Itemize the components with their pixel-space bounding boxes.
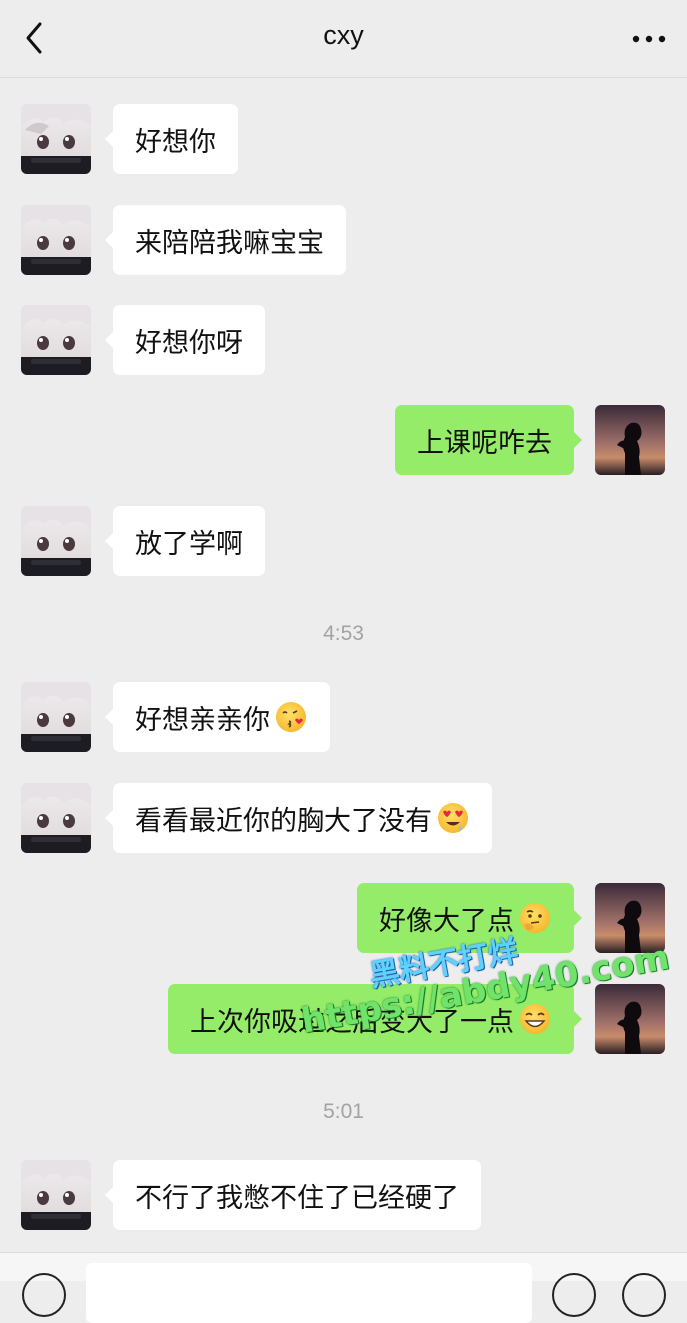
incoming-message-bubble[interactable]: 来陪陪我嘛宝宝 <box>105 205 346 275</box>
silhouette-avatar-icon <box>595 984 665 1054</box>
incoming-message-bubble[interactable]: 好想你 <box>105 104 238 174</box>
grinning-face-emoji-icon <box>520 1004 550 1034</box>
contact-avatar[interactable] <box>21 783 91 853</box>
heart-eyes-emoji-icon <box>438 803 468 833</box>
message-text: 好像大了点 <box>379 905 514 937</box>
contact-avatar[interactable] <box>21 104 91 174</box>
self-avatar[interactable] <box>595 405 665 475</box>
message-text: 好想你呀 <box>135 327 243 359</box>
message-text: 放了学啊 <box>135 528 243 560</box>
self-avatar[interactable] <box>595 883 665 953</box>
anime-avatar-icon <box>21 783 91 853</box>
message-text: 上次你吸过之后变大了一点 <box>190 1006 514 1038</box>
more-button[interactable] <box>629 26 669 52</box>
kissing-heart-emoji-icon <box>276 702 306 732</box>
chat-header: cxy <box>0 0 687 78</box>
chat-title: cxy <box>323 20 364 50</box>
anime-avatar-icon <box>21 104 91 174</box>
incoming-message-bubble[interactable]: 好想你呀 <box>105 305 265 375</box>
input-bar <box>0 1252 687 1323</box>
anime-avatar-icon <box>21 682 91 752</box>
contact-avatar[interactable] <box>21 205 91 275</box>
contact-avatar[interactable] <box>21 1160 91 1230</box>
incoming-message-bubble[interactable]: 看看最近你的胸大了没有 <box>105 783 492 853</box>
anime-avatar-icon <box>21 305 91 375</box>
contact-avatar[interactable] <box>21 305 91 375</box>
anime-avatar-icon <box>21 205 91 275</box>
outgoing-message-bubble[interactable]: 上课呢咋去 <box>395 405 582 475</box>
self-avatar[interactable] <box>595 984 665 1054</box>
message-timestamp: 5:01 <box>323 1100 364 1123</box>
message-text: 看看最近你的胸大了没有 <box>135 805 432 837</box>
message-text: 上课呢咋去 <box>417 427 552 459</box>
message-text: 来陪陪我嘛宝宝 <box>135 227 324 259</box>
incoming-message-bubble[interactable]: 好想亲亲你 <box>105 682 330 752</box>
message-input[interactable] <box>86 1263 532 1323</box>
more-dots-icon <box>632 35 666 43</box>
incoming-message-bubble[interactable]: 不行了我憋不住了已经硬了 <box>105 1160 481 1230</box>
message-timestamp: 4:53 <box>323 622 364 645</box>
outgoing-message-bubble[interactable]: 好像大了点 <box>357 883 582 953</box>
contact-avatar[interactable] <box>21 506 91 576</box>
message-text: 好想你 <box>135 126 216 158</box>
silhouette-avatar-icon <box>595 883 665 953</box>
message-text: 不行了我憋不住了已经硬了 <box>135 1182 459 1214</box>
incoming-message-bubble[interactable]: 放了学啊 <box>105 506 265 576</box>
message-text: 好想亲亲你 <box>135 704 270 736</box>
silhouette-avatar-icon <box>595 405 665 475</box>
thinking-face-emoji-icon <box>520 903 550 933</box>
anime-avatar-icon <box>21 1160 91 1230</box>
outgoing-message-bubble[interactable]: 上次你吸过之后变大了一点 <box>168 984 582 1054</box>
contact-avatar[interactable] <box>21 682 91 752</box>
anime-avatar-icon <box>21 506 91 576</box>
